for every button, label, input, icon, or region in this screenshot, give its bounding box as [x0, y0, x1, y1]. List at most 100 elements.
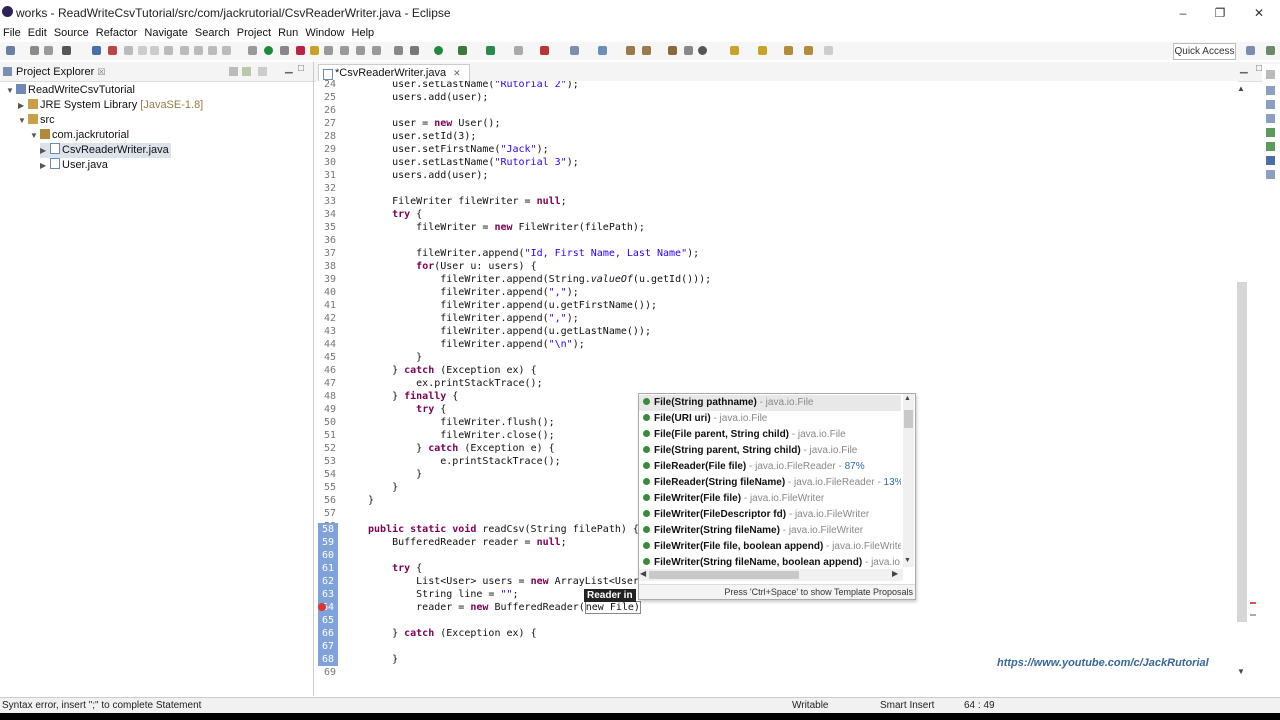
menu-navigate[interactable]: Navigate [144, 25, 187, 42]
use-step-filters-icon[interactable] [248, 46, 257, 55]
drop-to-frame-icon[interactable] [222, 46, 231, 55]
proposal-item[interactable]: FileWriter(String fileName) - java.io.Fi… [639, 523, 901, 539]
scroll-down-icon[interactable]: ▼ [1237, 667, 1245, 676]
save-icon[interactable] [30, 46, 39, 55]
menu-window[interactable]: Window [305, 25, 344, 42]
back-dropdown-icon[interactable] [804, 46, 813, 55]
terminal-icon[interactable] [92, 46, 101, 55]
open-perspective-button-icon[interactable] [1246, 46, 1255, 55]
search-icon[interactable] [296, 46, 305, 55]
scroll-right-icon[interactable]: ▶ [892, 569, 898, 578]
chevron-down-icon[interactable]: ▼ [18, 113, 28, 128]
annotation-next-icon[interactable] [626, 46, 635, 55]
chevron-down-icon[interactable]: ▼ [6, 83, 16, 98]
suspend-icon[interactable] [138, 46, 147, 55]
menu-project[interactable]: Project [237, 25, 271, 42]
server-start-icon[interactable] [264, 46, 273, 55]
menu-file[interactable]: File [3, 25, 21, 42]
step-into-icon[interactable] [180, 46, 189, 55]
external-tools-icon[interactable] [486, 46, 495, 55]
close-tab-icon[interactable]: ✕ [453, 68, 461, 78]
new-class-icon[interactable] [570, 46, 579, 55]
history-icon[interactable] [698, 46, 707, 55]
new-icon[interactable] [6, 46, 15, 55]
resume-icon[interactable] [124, 46, 133, 55]
view-menu-icon[interactable] [258, 67, 267, 76]
terminate-icon[interactable] [150, 46, 159, 55]
chevron-down-icon[interactable]: ▼ [30, 128, 40, 143]
restore-icon[interactable] [1266, 70, 1275, 79]
menu-search[interactable]: Search [195, 25, 230, 42]
proposal-item[interactable]: File(String pathname) - java.io.File [639, 395, 901, 411]
step-return-icon[interactable] [208, 46, 217, 55]
new-package-icon[interactable] [540, 46, 549, 55]
show-whitespace-icon[interactable] [340, 46, 349, 55]
javadoc-icon[interactable] [1266, 128, 1275, 137]
tab-csvreaderwriter[interactable]: *CsvReaderWriter.java ✕ [318, 64, 470, 82]
quick-access-input[interactable]: Quick Access [1173, 43, 1236, 60]
scroll-up-icon[interactable]: ▲ [904, 395, 911, 402]
build-icon[interactable] [394, 46, 403, 55]
console-icon[interactable] [1266, 156, 1275, 165]
popup-scroll-thumb[interactable] [904, 410, 913, 428]
proposal-item[interactable]: FileWriter(File file, boolean append) - … [639, 539, 901, 555]
tree-item-package[interactable]: ▼ com.jackrutorial [30, 128, 129, 143]
menu-run[interactable]: Run [278, 25, 298, 42]
menu-help[interactable]: Help [352, 25, 375, 42]
progress-icon[interactable] [1266, 170, 1275, 179]
pin-editor-icon[interactable] [684, 46, 693, 55]
open-type-icon[interactable] [280, 46, 289, 55]
new-java-project-icon[interactable] [514, 46, 523, 55]
proposal-item[interactable]: FileWriter(FileDescriptor fd) - java.io.… [639, 507, 901, 523]
error-overview-marker[interactable] [1250, 602, 1256, 604]
proposal-item[interactable]: File(String parent, String child) - java… [639, 443, 901, 459]
open-task-icon[interactable] [310, 46, 319, 55]
maximize-button[interactable]: ❐ [1206, 4, 1234, 22]
minimize-editor-icon[interactable]: ▁ [1240, 63, 1248, 74]
scroll-up-icon[interactable]: ▲ [1237, 84, 1245, 93]
print-icon[interactable] [62, 46, 71, 55]
editor-vertical-scrollbar[interactable] [1237, 282, 1247, 622]
annotation-prev-icon[interactable] [642, 46, 651, 55]
proposal-item[interactable]: File(File parent, String child) - java.i… [639, 427, 901, 443]
step-over-icon[interactable] [194, 46, 203, 55]
maximize-view-icon[interactable]: □ [298, 63, 304, 74]
prev-annotation-icon[interactable] [758, 46, 767, 55]
link-editor-icon[interactable] [242, 67, 251, 76]
project-explorer-title[interactable]: Project Explorer ☒ [16, 66, 105, 78]
scroll-left-icon[interactable]: ◀ [640, 569, 646, 578]
close-button[interactable]: ✕ [1245, 4, 1273, 22]
menu-source[interactable]: Source [54, 25, 89, 42]
mark-occurrences-icon[interactable] [324, 46, 333, 55]
chevron-right-icon[interactable]: ▶ [40, 143, 50, 158]
java-perspective-icon[interactable] [1266, 46, 1275, 55]
declaration-icon[interactable] [1266, 142, 1275, 151]
tree-item-src[interactable]: ▼ src [18, 113, 55, 128]
forward-icon[interactable] [824, 46, 833, 55]
block-selection-icon[interactable] [356, 46, 365, 55]
proposal-item[interactable]: FileReader(String fileName) - java.io.Fi… [639, 475, 901, 491]
back-icon[interactable] [784, 46, 793, 55]
tree-item-jre[interactable]: ▶ JRE System Library [JavaSE-1.8] [18, 98, 203, 113]
problems-icon[interactable] [1266, 114, 1275, 123]
insert-mode-status[interactable]: Smart Insert [880, 700, 934, 711]
minimize-button[interactable]: – [1169, 4, 1197, 22]
tree-item-csvreaderwriter[interactable]: ▶ CsvReaderWriter.java [40, 143, 171, 158]
open-perspective-icon[interactable] [598, 46, 607, 55]
next-annotation-icon[interactable] [730, 46, 739, 55]
proposal-item[interactable]: FileWriter(File file) - java.io.FileWrit… [639, 491, 901, 507]
overview-marker[interactable] [1250, 614, 1256, 616]
tree-item-user[interactable]: ▶ User.java [40, 158, 108, 173]
skip-breakpoints-icon[interactable] [108, 46, 117, 55]
scroll-down-icon[interactable]: ▼ [904, 557, 911, 564]
word-wrap-icon[interactable] [372, 46, 381, 55]
error-marker-icon[interactable] [318, 603, 326, 611]
minimize-view-icon[interactable]: ▁ [285, 63, 293, 74]
coverage-icon[interactable] [458, 46, 467, 55]
chevron-right-icon[interactable]: ▶ [18, 98, 28, 113]
proposal-item[interactable]: FileReader(File file) - java.io.FileRead… [639, 459, 901, 475]
save-all-icon[interactable] [44, 46, 53, 55]
menu-refactor[interactable]: Refactor [96, 25, 138, 42]
popup-horizontal-scrollbar[interactable]: ◀ ▶ [639, 569, 903, 581]
outline-icon[interactable] [1266, 86, 1275, 95]
